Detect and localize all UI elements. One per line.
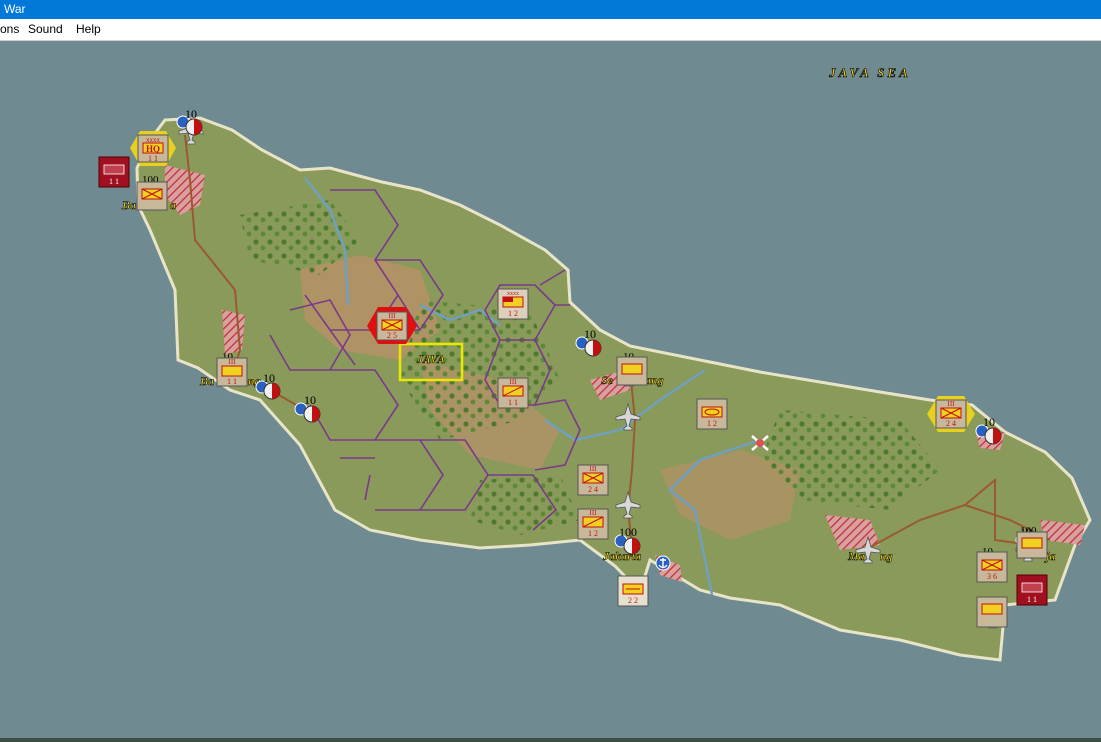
unit-east-infantry[interactable]: 3 6 xyxy=(976,551,1008,583)
unit-stack-west[interactable] xyxy=(136,181,168,211)
window-title: War xyxy=(4,2,26,16)
city-label: Ba xyxy=(121,198,136,212)
unit-strength: 1 1 xyxy=(508,398,518,407)
unit-strength: 1 1 xyxy=(227,377,237,386)
airbase-strength: 100 xyxy=(619,525,637,539)
status-bar xyxy=(0,738,1101,742)
unit-fleet-east[interactable]: 1 1 xyxy=(1016,574,1048,606)
unit-strength: 1 1 xyxy=(148,154,158,163)
menu-bar: ons Sound Help xyxy=(0,19,1101,41)
unit-corps-hq[interactable]: xxxx 1 2 xyxy=(497,288,529,320)
unit-jakarta-infantry[interactable]: III 2 4 xyxy=(577,464,609,496)
unit-size: III xyxy=(948,400,956,408)
menu-options[interactable]: ons xyxy=(0,19,23,40)
city-label: Ba xyxy=(199,374,214,388)
menu-sound[interactable]: Sound xyxy=(24,19,67,40)
unit-size: III xyxy=(510,378,518,386)
city-label: a xyxy=(170,198,176,212)
unit-strength: 2 2 xyxy=(628,596,638,605)
unit-size: III xyxy=(389,312,397,320)
city-label: ang xyxy=(645,373,664,387)
unit-stack-semarang[interactable] xyxy=(616,356,648,386)
unit-south[interactable]: 2 2 xyxy=(617,575,649,607)
unit-size: III xyxy=(590,509,598,517)
urban-area xyxy=(222,310,245,355)
unit-strength: 1 1 xyxy=(109,177,119,186)
sea-label: JAVA SEA xyxy=(828,65,911,80)
unit-jakarta-armor[interactable]: III 1 2 xyxy=(577,508,609,540)
unit-armor-center[interactable]: III 1 1 xyxy=(497,377,529,409)
unit-strength: 1 2 xyxy=(508,309,518,318)
unit-fleet-west[interactable]: 1 1 xyxy=(98,156,130,188)
unit-size: III xyxy=(229,358,237,366)
anchor-icon xyxy=(655,555,671,571)
unit-strength: 1 1 xyxy=(1027,595,1037,604)
airbase-strength: 10 xyxy=(263,371,275,385)
airbase-strength: 10 xyxy=(983,415,995,429)
unit-strength: 1 2 xyxy=(707,419,717,428)
region-label: JAVA xyxy=(416,352,445,366)
unit-east-lower[interactable] xyxy=(976,596,1008,628)
unit-label: HQ xyxy=(146,144,160,154)
unit-strength: 1 2 xyxy=(588,529,598,538)
unit-mid-armor[interactable]: 1 2 xyxy=(696,398,728,430)
unit-strength: 2 4 xyxy=(946,419,956,428)
airbase-strength: 10 xyxy=(584,327,596,341)
city-label: Se xyxy=(601,373,614,387)
airbase-strength: 10 xyxy=(304,393,316,407)
city-label: ng xyxy=(880,549,893,563)
unit-stack-sw[interactable]: III 1 1 xyxy=(216,357,248,387)
game-map[interactable]: JAVA SEA JAVA Ba a Ba ng Se ang Jakarta … xyxy=(0,41,1101,738)
menu-help[interactable]: Help xyxy=(72,19,105,40)
airbase-strength: 10 xyxy=(185,107,197,121)
unit-strength: 3 6 xyxy=(987,572,997,581)
unit-east-stack-upper[interactable] xyxy=(1016,531,1048,559)
window-title-bar: War xyxy=(0,0,1101,19)
unit-size: xxxx xyxy=(507,291,519,297)
unit-size: III xyxy=(590,465,598,473)
unit-strength: 2 5 xyxy=(387,331,397,340)
unit-strength: 2 4 xyxy=(588,485,598,494)
